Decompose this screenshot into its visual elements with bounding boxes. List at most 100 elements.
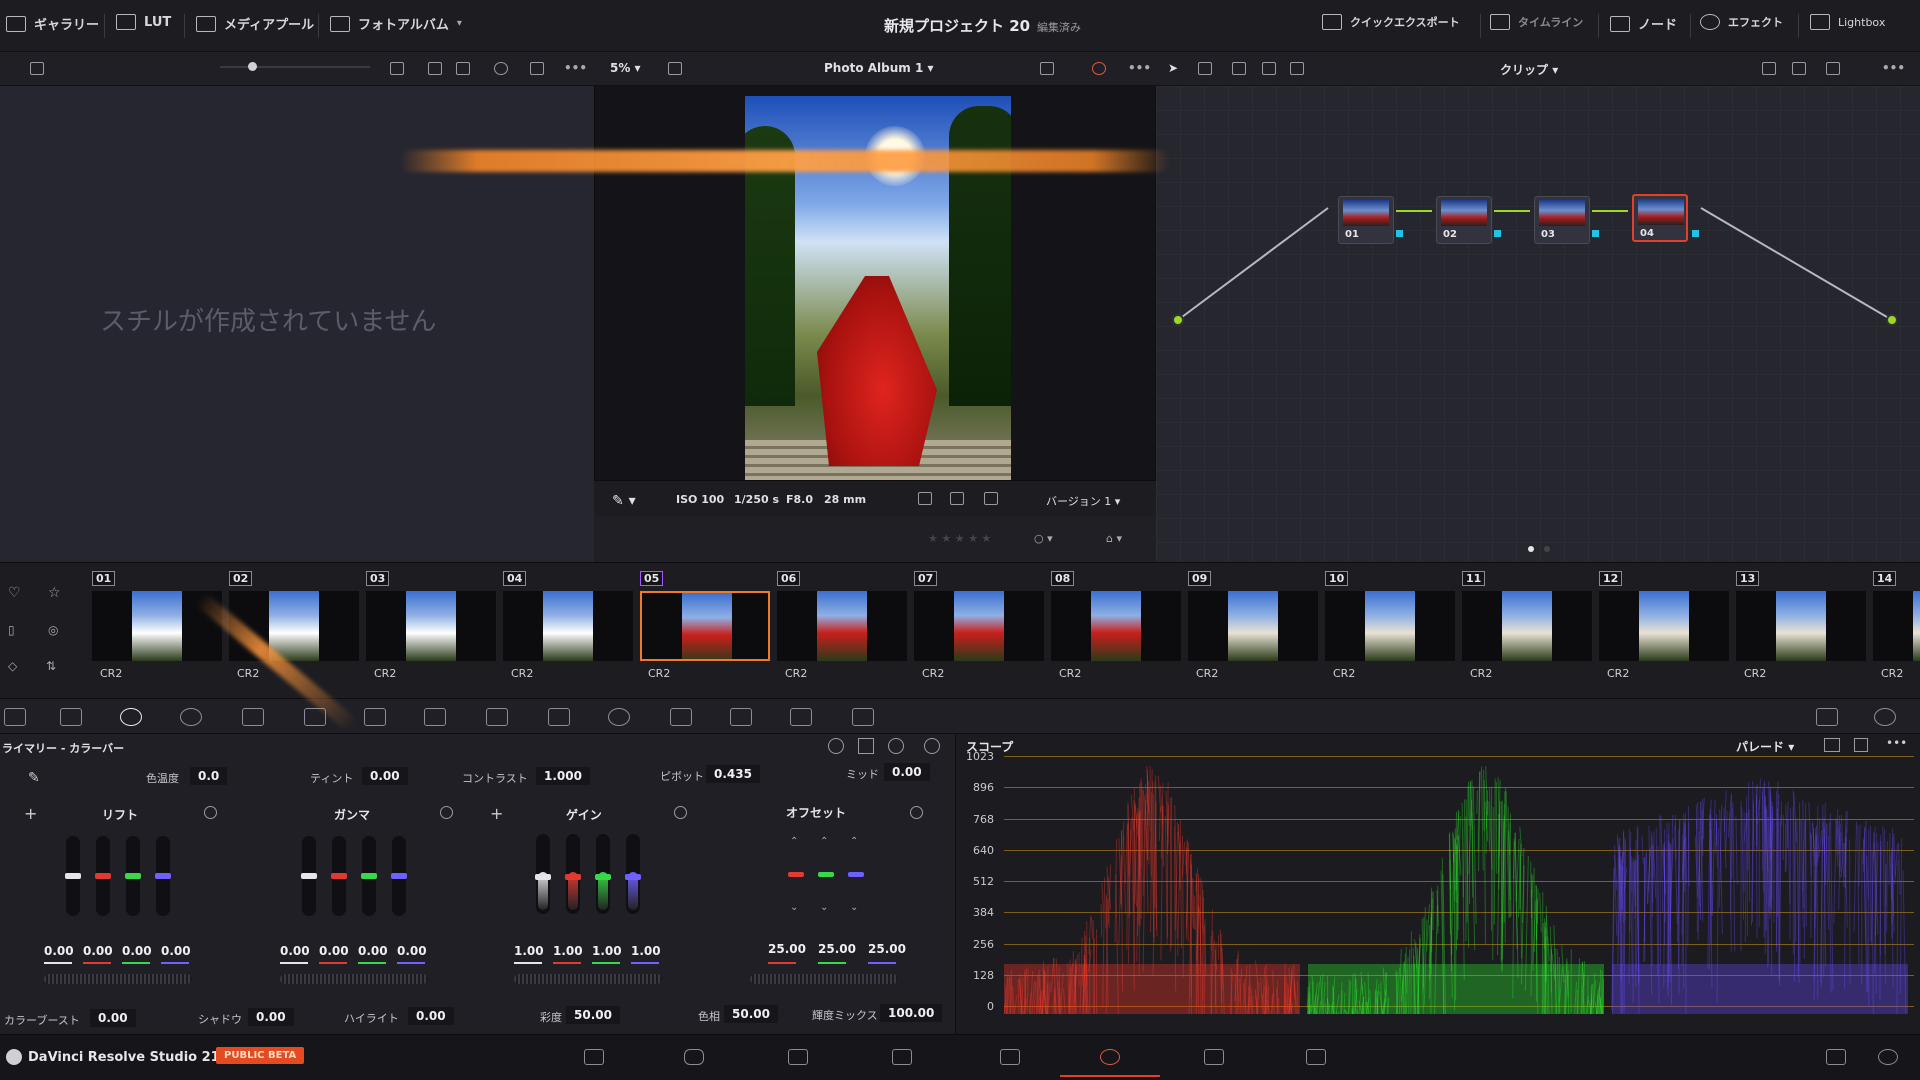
wheel-value[interactable]: 1.00 (631, 944, 661, 958)
color-bar[interactable] (301, 836, 317, 916)
wheel-value[interactable]: 0.00 (122, 944, 152, 958)
share-icon[interactable] (1826, 62, 1840, 75)
color-page-icon[interactable] (1100, 1049, 1120, 1065)
list-view-icon[interactable] (456, 62, 470, 75)
sort-icon[interactable]: ⇅ (46, 659, 56, 673)
cut-page-icon[interactable] (788, 1049, 808, 1065)
zoom-icon[interactable] (888, 738, 904, 754)
color-bar[interactable] (125, 836, 141, 916)
import-icon[interactable] (30, 62, 44, 75)
layers-icon[interactable] (1262, 62, 1276, 75)
bookmark-icon[interactable]: ▯ (8, 623, 15, 637)
remove-image-icon[interactable] (984, 492, 998, 505)
group-icon[interactable]: ◎ (48, 623, 58, 637)
wheel-value[interactable]: 1.00 (553, 944, 583, 958)
key-icon[interactable] (852, 708, 874, 726)
reset-icon[interactable] (910, 806, 923, 819)
color-bar[interactable] (361, 836, 377, 916)
clip-thumbnail[interactable]: 06 CR2 (777, 571, 907, 691)
clip-thumbnail[interactable]: 01 CR2 (92, 571, 222, 691)
offset-bar[interactable]: ⌃ ⌄ (848, 836, 864, 916)
clip-thumbnail[interactable]: 13 CR2 (1736, 571, 1866, 691)
edit-page-icon[interactable] (892, 1049, 912, 1065)
tint-value[interactable]: 0.00 (362, 767, 408, 785)
node-button[interactable]: ノード (1610, 14, 1677, 33)
tag-icon[interactable]: ◇ (8, 659, 17, 673)
star-icon[interactable]: ☆ (48, 585, 61, 601)
clip-thumbnail[interactable]: 03 CR2 (366, 571, 496, 691)
wheel-value[interactable]: 1.00 (514, 944, 544, 958)
photo-page-icon[interactable] (684, 1049, 704, 1065)
info-icon[interactable] (1874, 708, 1896, 726)
node-editor[interactable]: 01 02 03 04 (1156, 86, 1920, 562)
reset-icon[interactable] (674, 806, 687, 819)
wheel-value[interactable]: 1.00 (592, 944, 622, 958)
curve-icon[interactable] (1290, 62, 1304, 75)
flag-icon[interactable]: ○ ▾ (1034, 532, 1053, 545)
rgb-mixer-icon[interactable] (242, 708, 264, 726)
output-port[interactable] (1886, 314, 1898, 326)
wheel-value[interactable]: 25.00 (818, 942, 856, 956)
scope-icon[interactable] (1816, 708, 1838, 726)
fairlight-page-icon[interactable] (1204, 1049, 1224, 1065)
reset-icon[interactable] (440, 806, 453, 819)
color-bar[interactable] (65, 836, 81, 916)
reset-icon[interactable] (924, 738, 940, 754)
color-icon[interactable] (1092, 62, 1106, 75)
color-slice-icon[interactable] (486, 708, 508, 726)
pointer-icon[interactable]: ➤ (1168, 61, 1178, 75)
clip-thumbnail[interactable]: 12 CR2 (1599, 571, 1729, 691)
temperature-value[interactable]: 0.0 (190, 767, 228, 785)
clip-thumbnail[interactable]: 07 CR2 (914, 571, 1044, 691)
gear-icon[interactable] (1878, 1049, 1898, 1065)
luminance-mix-value[interactable]: 100.00 (880, 1004, 943, 1022)
master-wheel[interactable] (280, 974, 428, 984)
blur-icon[interactable] (790, 708, 812, 726)
viewer-mode-icon[interactable] (668, 62, 682, 75)
master-wheel[interactable] (750, 974, 898, 984)
wheel-value[interactable]: 0.00 (161, 944, 191, 958)
window-icon[interactable] (608, 708, 630, 726)
heart-icon[interactable]: ♡ (8, 585, 21, 601)
primary-wheels-icon[interactable] (120, 708, 142, 726)
hdr-icon[interactable] (180, 708, 202, 726)
viewer[interactable] (594, 86, 1156, 480)
saturation-value[interactable]: 50.00 (566, 1006, 620, 1024)
image-icon[interactable] (950, 492, 964, 505)
color-boost-value[interactable]: 0.00 (90, 1009, 136, 1027)
crosshair-icon[interactable]: + (24, 804, 37, 823)
album-select[interactable]: Photo Album 1 ▾ (824, 61, 934, 75)
fusion-page-icon[interactable] (1000, 1049, 1020, 1065)
version-select[interactable]: バージョン 1 ▾ (1046, 493, 1120, 509)
color-bar[interactable] (95, 836, 111, 916)
color-match-icon[interactable] (60, 708, 82, 726)
curves-icon[interactable] (364, 708, 386, 726)
eyedropper-icon[interactable]: ✎ ▾ (612, 493, 636, 509)
tracker-icon[interactable] (670, 708, 692, 726)
clip-select[interactable]: クリップ ▾ (1500, 61, 1558, 78)
lut-button[interactable]: LUT (116, 14, 171, 30)
expand-icon[interactable] (1854, 738, 1868, 752)
node-02[interactable]: 02 (1436, 196, 1492, 244)
mid-detail-value[interactable]: 0.00 (884, 763, 930, 781)
clip-thumbnail[interactable]: 04 CR2 (503, 571, 633, 691)
master-wheel[interactable] (514, 974, 662, 984)
color-bar[interactable] (625, 834, 641, 914)
auto-balance-icon[interactable] (828, 738, 844, 754)
wheel-value[interactable]: 0.00 (280, 944, 310, 958)
master-wheel[interactable] (44, 974, 192, 984)
crosshair-icon[interactable]: + (490, 804, 503, 823)
color-bar[interactable] (565, 834, 581, 914)
color-warper-icon[interactable] (424, 708, 446, 726)
contrast-value[interactable]: 1.000 (536, 767, 590, 785)
marker-icon[interactable]: ⌂ ▾ (1106, 532, 1122, 545)
wheel-value[interactable]: 0.00 (83, 944, 113, 958)
wheel-value[interactable]: 0.00 (358, 944, 388, 958)
stack-icon[interactable] (1232, 62, 1246, 75)
node-03[interactable]: 03 (1534, 196, 1590, 244)
layout-icon[interactable] (1040, 62, 1054, 75)
node-04[interactable]: 04 (1632, 194, 1688, 242)
node-01[interactable]: 01 (1338, 196, 1394, 244)
thumbnail-size-slider[interactable] (220, 62, 370, 71)
magic-mask-icon[interactable] (730, 708, 752, 726)
